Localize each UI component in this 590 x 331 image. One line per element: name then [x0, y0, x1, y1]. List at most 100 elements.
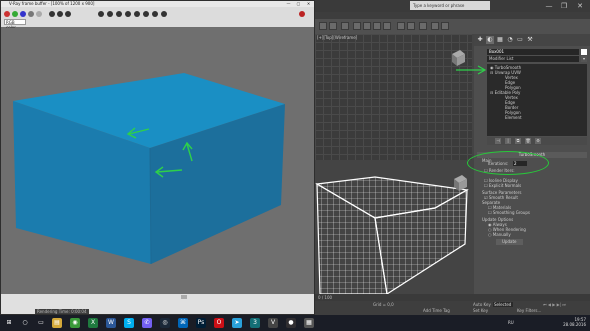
- color-corrections-icon[interactable]: [143, 11, 149, 17]
- pin-stack-icon[interactable]: ⊣: [495, 138, 501, 144]
- toolbar-render-icon[interactable]: [441, 22, 449, 30]
- tab-hierarchy[interactable]: ▦: [496, 36, 504, 44]
- render-teapot-icon[interactable]: [299, 11, 305, 17]
- mono-icon[interactable]: [36, 11, 42, 17]
- taskbar-3dsmax-icon[interactable]: 3: [250, 318, 260, 328]
- viewcube-perspective-icon[interactable]: [452, 174, 468, 192]
- taskbar-start-icon[interactable]: ⊞: [4, 318, 14, 328]
- taskbar-vray-icon[interactable]: V: [268, 318, 278, 328]
- fb-close-button[interactable]: ✕: [305, 1, 312, 6]
- selected-dropdown[interactable]: Selected: [493, 302, 513, 307]
- taskbar-steam-icon[interactable]: ◎: [160, 318, 170, 328]
- taskbar-chrome-icon[interactable]: ◉: [70, 318, 80, 328]
- toolbar-select-icon[interactable]: [353, 22, 361, 30]
- tab-display[interactable]: ▭: [516, 36, 524, 44]
- toolbar-redo-icon[interactable]: [329, 22, 337, 30]
- compare-a-icon[interactable]: [116, 11, 122, 17]
- tab-create[interactable]: ✚: [476, 36, 484, 44]
- close-button[interactable]: ✕: [574, 2, 586, 11]
- playback-controls[interactable]: ⏮ ◀ ▶ ▶| ⏭: [543, 302, 566, 307]
- object-color-swatch[interactable]: [581, 49, 587, 55]
- fb-maximize-button[interactable]: ▢: [295, 1, 302, 6]
- tab-modify[interactable]: ◐: [486, 36, 494, 44]
- manually-radio[interactable]: ○ Manually: [488, 233, 511, 237]
- taskbar-obs-icon[interactable]: ●: [286, 318, 296, 328]
- stack-toolbar: ⊣ | ⧉ 🗑 ⚙: [487, 137, 587, 145]
- taskbar-photoshop-icon[interactable]: Ps: [196, 318, 206, 328]
- track-mouse-icon[interactable]: [98, 11, 104, 17]
- viewport-label[interactable]: [+][Top][Wireframe]: [317, 35, 357, 40]
- toolbar-move-icon[interactable]: [363, 22, 371, 30]
- grid-readout: Grid = 0,0: [373, 302, 394, 307]
- taskbar-task-view-icon[interactable]: ▭: [36, 318, 46, 328]
- explicit-normals-checkbox[interactable]: ☐ Explicit Normals: [484, 184, 521, 188]
- add-time-tag-button[interactable]: Add Time Tag: [423, 308, 450, 313]
- viewport-top[interactable]: [+][Top][Wireframe]: [315, 34, 472, 160]
- toolbar-material-icon[interactable]: [419, 22, 427, 30]
- rendering-time-readout: Rendering Time: 0:00:04: [35, 309, 89, 314]
- smoothing-groups-checkbox[interactable]: ☐ Smoothing Groups: [488, 211, 530, 215]
- taskbar-file-explorer-icon[interactable]: ▤: [52, 318, 62, 328]
- tab-utilities[interactable]: ⚒: [526, 36, 534, 44]
- fb-minimize-button[interactable]: —: [285, 1, 292, 6]
- stop-render-icon[interactable]: [161, 11, 167, 17]
- channel-alpha-icon[interactable]: [28, 11, 34, 17]
- history-icon[interactable]: [134, 11, 140, 17]
- save-image-icon[interactable]: [49, 11, 55, 17]
- taskbar-word-icon[interactable]: W: [106, 318, 116, 328]
- stack-sub-element[interactable]: Element: [505, 116, 522, 120]
- toolbar-rotate-icon[interactable]: [373, 22, 381, 30]
- taskbar-cortana-icon[interactable]: ○: [20, 318, 30, 328]
- channel-green-icon[interactable]: [12, 11, 18, 17]
- region-render-icon[interactable]: [107, 11, 113, 17]
- taskbar-opera-icon[interactable]: O: [214, 318, 224, 328]
- pixel-info-icon[interactable]: [152, 11, 158, 17]
- load-image-icon[interactable]: [57, 11, 63, 17]
- tab-motion[interactable]: ◔: [506, 36, 514, 44]
- viewport-perspective[interactable]: [315, 162, 472, 294]
- time-slider[interactable]: 0 / 100: [315, 294, 590, 301]
- explicit-normals-label: Explicit Normals: [488, 183, 522, 188]
- update-button[interactable]: Update: [496, 239, 523, 245]
- scrollbar-thumb[interactable]: [181, 295, 187, 299]
- set-key-button[interactable]: Set Key: [473, 308, 488, 313]
- show-end-result-icon[interactable]: |: [505, 138, 511, 144]
- taskbar-excel-icon[interactable]: X: [88, 318, 98, 328]
- smoothing-groups-label: Smoothing Groups: [492, 210, 531, 215]
- configure-sets-icon[interactable]: ⚙: [535, 138, 541, 144]
- channel-blue-icon[interactable]: [20, 11, 26, 17]
- chevron-down-icon[interactable]: ▾: [581, 56, 587, 62]
- toolbar-snap-icon[interactable]: [397, 22, 405, 30]
- auto-key-button[interactable]: Auto Key: [473, 302, 491, 307]
- compare-b-icon[interactable]: [125, 11, 131, 17]
- minimize-button[interactable]: —: [543, 2, 555, 11]
- vray-frame-buffer-window: V-Ray frame buffer - [100% of 1200 x 900…: [0, 0, 315, 315]
- channel-red-icon[interactable]: [4, 11, 10, 17]
- make-unique-icon[interactable]: ⧉: [515, 138, 521, 144]
- modifier-list-dropdown[interactable]: Modifier List: [487, 56, 579, 62]
- key-filters-button[interactable]: Key Filters...: [517, 308, 541, 313]
- toolbar-mirror-icon[interactable]: [407, 22, 415, 30]
- taskbar-viber-icon[interactable]: ✆: [142, 318, 152, 328]
- toolbar-link-icon[interactable]: [341, 22, 349, 30]
- remove-modifier-icon[interactable]: 🗑: [525, 138, 531, 144]
- clear-image-icon[interactable]: [65, 11, 71, 17]
- taskbar-skype-icon[interactable]: S: [124, 318, 134, 328]
- app-titlebar: Type a keyword or phrase — ❐ ✕: [315, 0, 590, 12]
- taskbar-vscode-icon[interactable]: ⌘: [178, 318, 188, 328]
- toolbar-undo-icon[interactable]: [319, 22, 327, 30]
- language-indicator[interactable]: RU: [508, 320, 514, 325]
- object-name-field[interactable]: Box001: [487, 49, 579, 55]
- toolbar-render-setup-icon[interactable]: [431, 22, 439, 30]
- channel-select[interactable]: RGB color: [4, 19, 26, 30]
- render-canvas[interactable]: [1, 28, 314, 294]
- taskbar-telegram-icon[interactable]: ➤: [232, 318, 242, 328]
- toolbar-scale-icon[interactable]: [383, 22, 391, 30]
- taskbar-files-icon[interactable]: ▦: [304, 318, 314, 328]
- modifier-stack[interactable]: ◉ TurboSmooth ⊟ Unwrap UVW Vertex Edge P…: [487, 64, 587, 136]
- maximize-button[interactable]: ❐: [558, 2, 570, 11]
- annotation-arrow-icon: [456, 65, 487, 75]
- system-tray-clock[interactable]: 19:57 28.08.2016: [540, 317, 586, 327]
- status-bar: Grid = 0,0 Add Time Tag Auto Key Set Key…: [315, 301, 590, 315]
- search-input[interactable]: Type a keyword or phrase: [410, 1, 490, 10]
